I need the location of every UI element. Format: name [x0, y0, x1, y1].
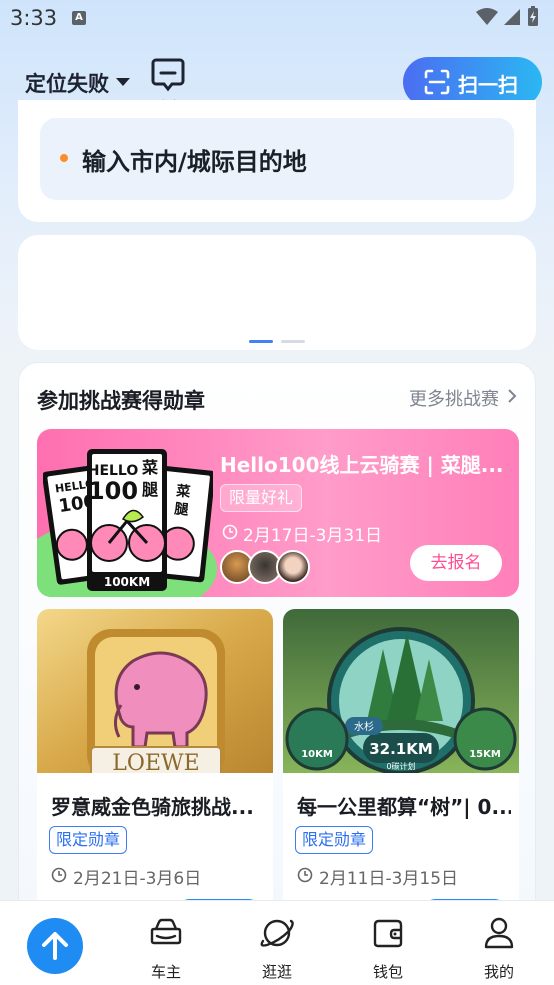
art-text-100: 100 [88, 477, 138, 505]
challenge-card[interactable]: LOEWE 罗意威金色骑旅挑战... 限定勋章 2月21日-3月6日 [37, 609, 273, 939]
featured-title: Hello100线上云骑赛 | 菜腿... [220, 453, 504, 477]
carousel-indicator [0, 340, 554, 344]
distance-text: 32.1KM [369, 740, 433, 758]
signup-button[interactable]: 去报名 [410, 545, 502, 581]
destination-dot-icon [60, 154, 68, 162]
arrow-up-icon [42, 932, 68, 960]
nav-item-explore[interactable]: 逛逛 [242, 915, 312, 981]
featured-tag: 限量好礼 [220, 484, 303, 512]
featured-challenge-card[interactable]: 菜 腿 HELLO 100 HELLO 100 菜 腿 100KM Hello1… [37, 429, 519, 597]
clock-icon [51, 867, 67, 883]
destination-input[interactable]: 输入市内/城际目的地 [40, 118, 514, 200]
nav-label: 逛逛 [261, 963, 292, 981]
nav-item-profile[interactable]: 我的 [464, 915, 534, 981]
bottom-nav: 车主 逛逛 钱包 我的 [0, 900, 554, 985]
destination-card: 输入市内/城际目的地 [18, 100, 536, 222]
more-challenges-link[interactable]: 更多挑战赛 [387, 385, 517, 410]
card-title: 罗意威金色骑旅挑战... [51, 795, 254, 819]
tree-medal-image: 32.1KM 0碳计划 水杉 10KM 15KM [283, 609, 519, 773]
wallet-icon [373, 919, 403, 948]
car-icon [150, 918, 182, 945]
clock-icon [222, 524, 238, 540]
status-time: 3:33 [10, 6, 58, 30]
card-tag: 限定勋章 [295, 826, 374, 854]
destination-placeholder: 输入市内/城际目的地 [82, 148, 307, 176]
location-selector[interactable]: 定位失败 [25, 68, 109, 98]
card-date: 2月21日-3月6日 [73, 869, 202, 889]
message-icon [151, 58, 185, 92]
fifteen-km-text: 15KM [469, 749, 501, 760]
scan-icon [424, 69, 450, 95]
chevron-right-icon [508, 389, 517, 403]
zero-carbon-text: 0碳计划 [386, 761, 415, 771]
nav-label: 车主 [150, 963, 181, 981]
art-text-100km: 100KM [104, 575, 150, 589]
featured-date: 2月17日-3月31日 [243, 526, 383, 546]
clock-icon [297, 867, 313, 883]
nav-item-wallet[interactable]: 钱包 [353, 915, 423, 981]
scan-label: 扫一扫 [458, 73, 518, 97]
card-tag: 限定勋章 [49, 826, 128, 854]
participant-avatars [220, 550, 320, 586]
carousel-dot-active [249, 340, 273, 343]
art-text-tui: 腿 [142, 480, 158, 499]
card-title: 每一公里都算“树”| 0... [297, 795, 511, 819]
challenge-title: 参加挑战赛得勋章 [37, 389, 205, 413]
nav-item-car-owner[interactable]: 车主 [131, 915, 201, 981]
notification-icon: A [72, 11, 86, 25]
medal-cards-image: 菜 腿 HELLO 100 HELLO 100 菜 腿 100KM [43, 449, 213, 591]
banner-carousel[interactable] [18, 235, 536, 350]
signal-battery-icons [476, 6, 538, 26]
more-challenges-label: 更多挑战赛 [409, 389, 499, 410]
challenge-card[interactable]: 32.1KM 0碳计划 水杉 10KM 15KM 每一公里都算“树”| 0...… [283, 609, 519, 939]
caret-down-icon[interactable] [116, 78, 130, 86]
ride-main-button[interactable] [27, 918, 83, 974]
art-text-cai-2: 菜 [174, 482, 192, 501]
avatar [276, 550, 310, 584]
loewe-text: LOEWE [112, 751, 199, 773]
shuishan-text: 水杉 [354, 720, 374, 733]
person-icon [484, 917, 514, 949]
nav-label: 钱包 [372, 963, 403, 981]
loewe-medal-image: LOEWE [37, 609, 273, 773]
planet-icon [260, 919, 294, 947]
challenge-section: 参加挑战赛得勋章 更多挑战赛 菜 腿 HELLO 100 HELLO 100 菜… [18, 362, 536, 939]
ten-km-text: 10KM [301, 749, 333, 760]
carousel-dot [281, 340, 305, 343]
nav-label: 我的 [483, 963, 514, 981]
card-date: 2月11日-3月15日 [319, 869, 459, 889]
art-text-cai: 菜 [141, 458, 158, 477]
status-bar: 3:33 A [0, 0, 554, 36]
art-text-tui-2: 腿 [174, 501, 190, 518]
